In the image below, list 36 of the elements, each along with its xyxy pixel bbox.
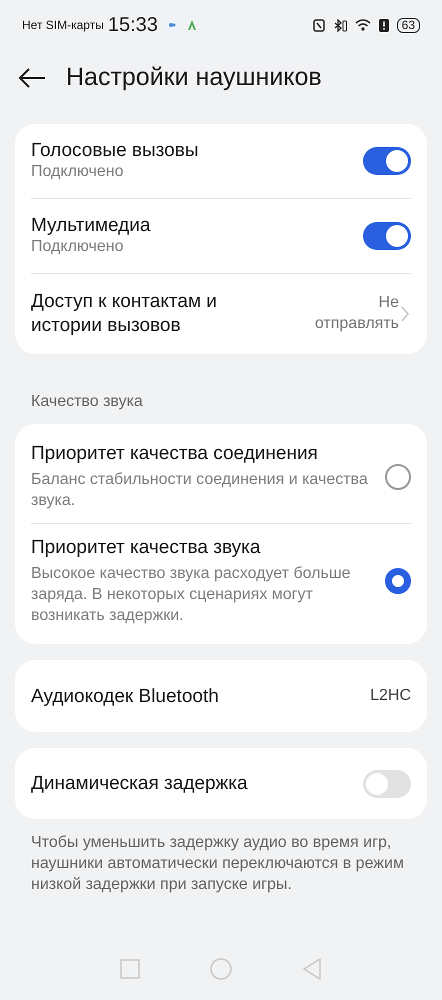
toggle-switch[interactable]: [363, 147, 411, 175]
back-icon: [18, 66, 46, 89]
setting-value: Не отправлять: [314, 293, 399, 334]
option-title: Приоритет качества звука: [31, 536, 262, 560]
notification-icon: [166, 19, 178, 31]
battery-indicator: 63: [396, 18, 420, 32]
page-title: Настройки наушников: [66, 62, 322, 94]
chevron-icon: [399, 305, 411, 323]
radio-button[interactable]: [385, 464, 411, 490]
option-title: Приоритет качества соединения: [31, 442, 319, 466]
option-description: Высокое качество звука расходует больше заряда. В некоторых сценариях могут возникать задержки.: [31, 564, 352, 626]
bluetooth-icon: [332, 18, 347, 32]
setting-title: Динамическая задержка: [31, 772, 249, 796]
setting-status: Подключено: [31, 162, 125, 182]
app-icon: [186, 19, 198, 31]
toggle-switch[interactable]: [363, 222, 411, 250]
home-icon[interactable]: [210, 958, 232, 980]
back-icon[interactable]: [302, 958, 322, 980]
option-description: Баланс стабильности соединения и качества звука.: [31, 470, 369, 511]
codec-title: Аудиокодек Bluetooth: [31, 684, 219, 708]
radio-button[interactable]: [385, 568, 411, 594]
setting-title: Голосовые вызовы: [31, 138, 200, 162]
alert-icon: [378, 18, 389, 32]
clock-time: 15:33: [108, 13, 158, 38]
setting-title: Доступ к контактам и истории вызовов: [31, 290, 218, 338]
back-button[interactable]: [18, 66, 46, 90]
setting-title: Мультимедиа: [31, 214, 152, 238]
toggle-switch[interactable]: [363, 770, 411, 798]
setting-description: Чтобы уменьшить задержку аудио во время игр, наушники автоматически переключаются в режим низкой задержки при запуске игры.: [30, 833, 405, 896]
section-label: Качество звука: [30, 392, 144, 412]
wifi-icon: [354, 19, 371, 31]
codec-value: L2HC: [370, 686, 411, 706]
setting-status: Подключено: [31, 237, 125, 258]
recent-apps-icon[interactable]: [120, 959, 140, 979]
carrier-label: Нет SIM-карты: [22, 17, 104, 34]
codec-row[interactable]: Аудиокодек Bluetooth L2HC: [15, 660, 427, 732]
